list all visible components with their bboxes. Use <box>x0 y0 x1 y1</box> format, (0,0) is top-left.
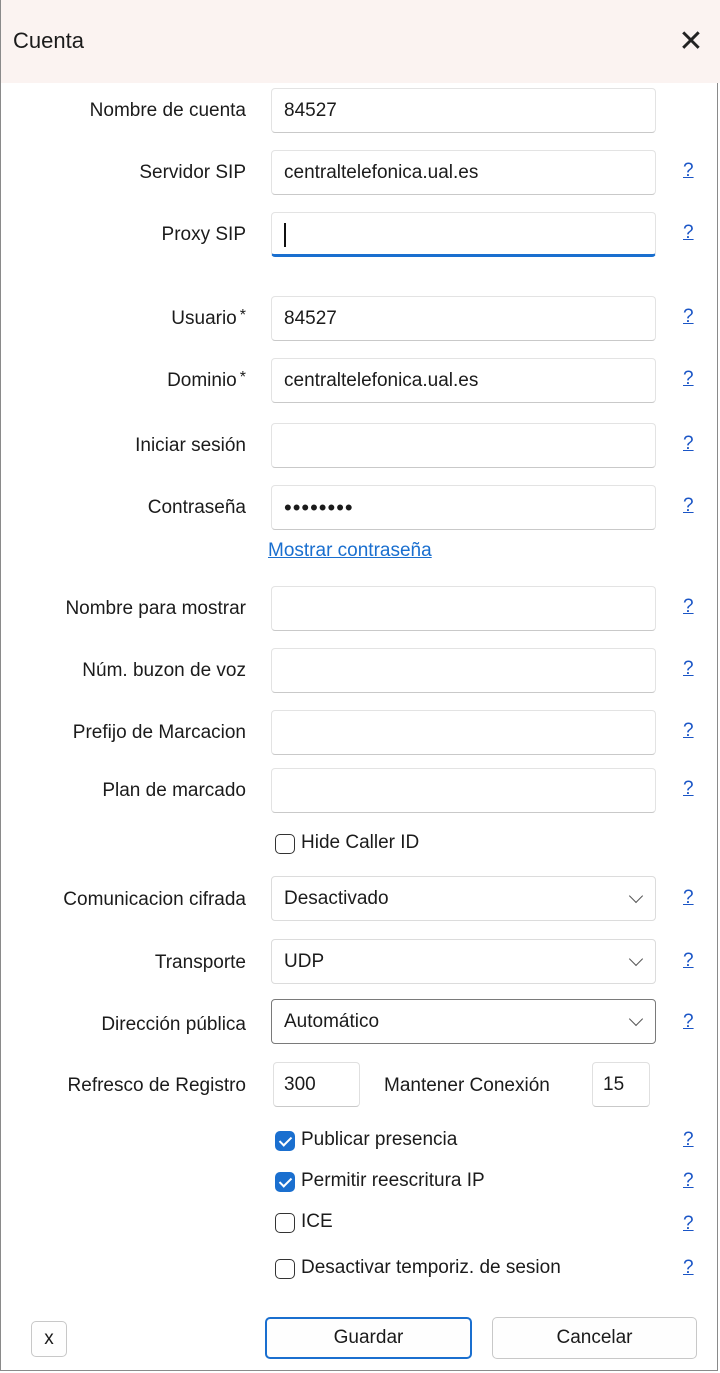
domain-label-text: Dominio <box>167 370 237 391</box>
encryption-label: Comunicacion cifrada <box>63 889 246 910</box>
help-link-ice[interactable]: ? <box>683 1213 694 1235</box>
chevron-down-icon <box>628 951 644 967</box>
sip-server-input[interactable]: centraltelefonica.ual.es <box>271 150 656 195</box>
dial-prefix-input[interactable] <box>271 710 656 755</box>
hide-caller-id-checkbox[interactable] <box>275 834 295 854</box>
sip-proxy-label: Proxy SIP <box>161 224 246 245</box>
voicemail-input[interactable] <box>271 648 656 693</box>
register-refresh-label: Refresco de Registro <box>67 1075 246 1096</box>
dial-prefix-label: Prefijo de Marcacion <box>72 722 246 743</box>
chevron-down-icon <box>628 888 644 904</box>
help-link-password[interactable]: ? <box>683 495 694 517</box>
dial-plan-label: Plan de marcado <box>102 780 246 801</box>
user-label-text: Usuario <box>171 308 237 329</box>
transport-selected-value: UDP <box>284 951 325 972</box>
sip-server-label: Servidor SIP <box>139 162 246 183</box>
transport-select[interactable]: UDP <box>271 939 656 984</box>
public-address-selected-value: Automático <box>284 1011 380 1032</box>
hide-caller-id-label: Hide Caller ID <box>301 832 420 853</box>
ice-checkbox[interactable] <box>275 1213 295 1233</box>
help-link-display-name[interactable]: ? <box>683 596 694 618</box>
password-label: Contraseña <box>147 497 246 518</box>
allow-ip-rewrite-checkbox[interactable] <box>275 1172 295 1192</box>
user-label: Usuario * <box>6 307 246 330</box>
help-link-transport[interactable]: ? <box>683 950 694 972</box>
help-link-dial-plan[interactable]: ? <box>683 778 694 800</box>
disable-session-timer-label: Desactivar temporiz. de sesion <box>301 1257 561 1278</box>
publish-presence-label: Publicar presencia <box>301 1129 458 1150</box>
encryption-selected-value: Desactivado <box>284 888 389 909</box>
user-input[interactable]: 84527 <box>271 296 656 341</box>
x-button[interactable]: x <box>31 1321 67 1357</box>
window-title: Cuenta <box>13 28 84 53</box>
ice-label: ICE <box>301 1211 333 1232</box>
display-name-label: Nombre para mostrar <box>65 598 246 619</box>
text-caret <box>284 222 286 247</box>
display-name-input[interactable] <box>271 586 656 631</box>
account-name-label: Nombre de cuenta <box>89 100 246 121</box>
help-link-encryption[interactable]: ? <box>683 887 694 909</box>
allow-ip-rewrite-label: Permitir reescritura IP <box>301 1170 485 1191</box>
sip-proxy-input[interactable] <box>271 212 656 257</box>
keep-alive-label: Mantener Conexión <box>384 1075 550 1096</box>
disable-session-timer-checkbox[interactable] <box>275 1259 295 1279</box>
account-name-input[interactable]: 84527 <box>271 88 656 133</box>
show-password-link[interactable]: Mostrar contraseña <box>268 540 432 562</box>
password-input[interactable]: •••••••• <box>271 485 656 530</box>
domain-label: Dominio * <box>6 369 246 392</box>
cancel-button[interactable]: Cancelar <box>492 1317 697 1359</box>
help-link-allow-ip-rewrite[interactable]: ? <box>683 1170 694 1192</box>
help-link-public-address[interactable]: ? <box>683 1011 694 1033</box>
help-link-sip-server[interactable]: ? <box>683 160 694 182</box>
public-address-select[interactable]: Automático <box>271 999 656 1044</box>
help-link-publish-presence[interactable]: ? <box>683 1129 694 1151</box>
help-link-disable-session-timer[interactable]: ? <box>683 1257 694 1279</box>
publish-presence-checkbox[interactable] <box>275 1131 295 1151</box>
help-link-user[interactable]: ? <box>683 306 694 328</box>
required-mark: * <box>239 307 246 324</box>
required-mark: * <box>239 369 246 386</box>
close-icon[interactable]: ✕ <box>671 22 711 62</box>
public-address-label: Dirección pública <box>101 1014 246 1035</box>
dial-plan-input[interactable] <box>271 768 656 813</box>
help-link-domain[interactable]: ? <box>683 368 694 390</box>
voicemail-label: Núm. buzon de voz <box>82 660 246 681</box>
help-link-login[interactable]: ? <box>683 433 694 455</box>
save-button[interactable]: Guardar <box>265 1317 472 1359</box>
help-link-sip-proxy[interactable]: ? <box>683 222 694 244</box>
login-input[interactable] <box>271 423 656 468</box>
chevron-down-icon <box>628 1011 644 1027</box>
help-link-dial-prefix[interactable]: ? <box>683 720 694 742</box>
account-dialog: Cuenta ✕ Nombre de cuenta 84527 Servidor… <box>0 0 720 1371</box>
register-refresh-input[interactable]: 300 <box>273 1062 360 1107</box>
login-label: Iniciar sesión <box>135 435 246 456</box>
transport-label: Transporte <box>154 952 246 973</box>
domain-input[interactable]: centraltelefonica.ual.es <box>271 358 656 403</box>
title-bar: Cuenta ✕ <box>1 0 720 83</box>
help-link-voicemail[interactable]: ? <box>683 658 694 680</box>
keep-alive-input[interactable]: 15 <box>592 1062 650 1107</box>
encryption-select[interactable]: Desactivado <box>271 876 656 921</box>
